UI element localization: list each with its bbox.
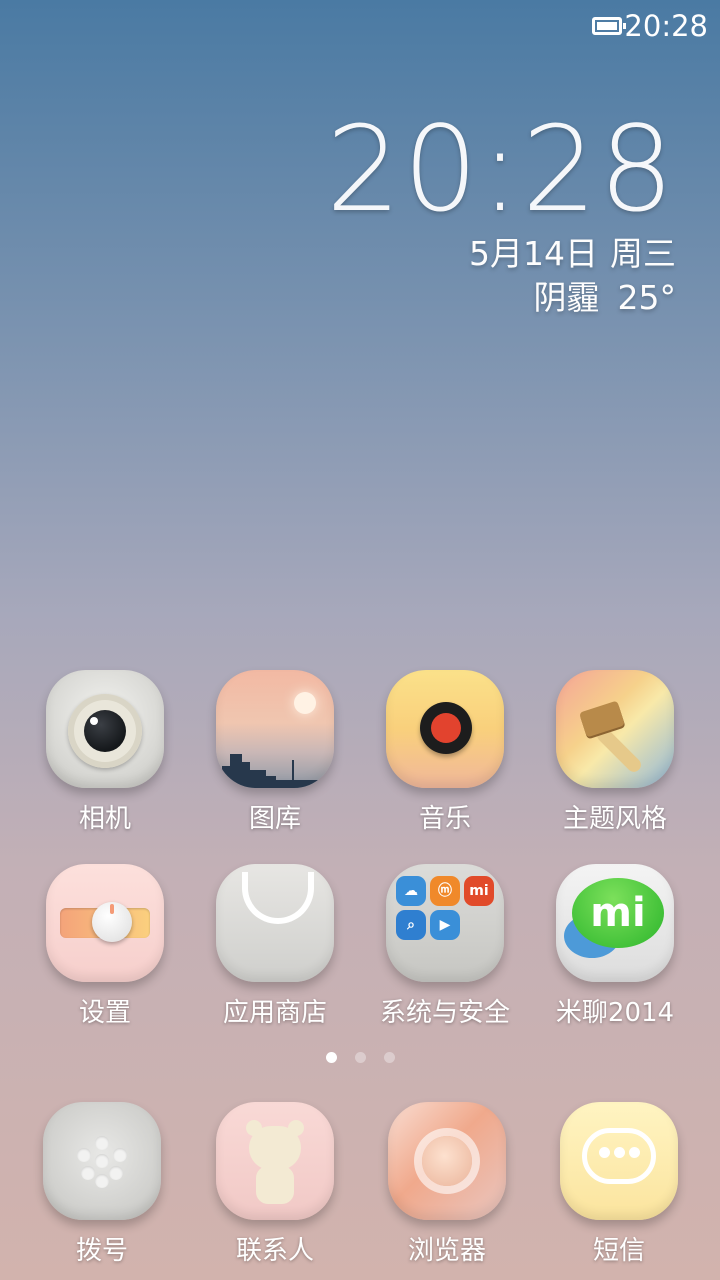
dock-label: 浏览器: [407, 1236, 486, 1266]
app-label: 主题风格: [562, 804, 667, 834]
status-time: 20:28: [624, 9, 708, 43]
page-dot-active[interactable]: [325, 1052, 337, 1063]
dock-contacts[interactable]: 联系人: [190, 1102, 360, 1267]
app-label: 音乐: [418, 804, 471, 834]
app-music[interactable]: 音乐: [360, 670, 530, 835]
page-dot[interactable]: [383, 1052, 395, 1063]
search-icon: ⌕: [396, 910, 426, 940]
sms-icon: [560, 1102, 678, 1220]
dock-label: 拨号: [75, 1236, 128, 1266]
app-gallery[interactable]: 图库: [190, 670, 360, 835]
widget-weekday: 周三: [610, 234, 676, 273]
app-label: 米聊2014: [555, 998, 675, 1028]
play-icon: ▶: [430, 910, 460, 940]
weather-temperature: 25°: [617, 278, 677, 317]
app-store[interactable]: 应用商店: [190, 864, 360, 1029]
widget-date: 5月14日 周三: [326, 232, 676, 276]
mitalk-logo: mi: [572, 878, 664, 948]
app-settings[interactable]: 设置: [20, 864, 190, 1029]
mi-store-icon: mi: [464, 876, 494, 906]
dock-dialer[interactable]: 拨号: [17, 1102, 187, 1267]
app-camera[interactable]: 相机: [20, 670, 190, 835]
music-icon: [386, 670, 504, 788]
app-theme[interactable]: 主题风格: [530, 670, 700, 835]
mitalk-icon: mi: [556, 864, 674, 982]
theme-brush-icon: [556, 670, 674, 788]
clock-widget[interactable]: 20:28 5月14日 周三 阴霾 25°: [326, 110, 676, 320]
gallery-icon: [216, 670, 334, 788]
app-label: 应用商店: [222, 998, 327, 1028]
widget-date-text: 5月14日: [469, 234, 598, 273]
folder-icon: ☁ ⓜ mi ⌕ ▶: [386, 864, 504, 982]
widget-weather: 阴霾 25°: [326, 276, 677, 320]
page-dot[interactable]: [354, 1052, 366, 1063]
dock-label: 联系人: [235, 1236, 314, 1266]
app-store-bag-icon: [216, 864, 334, 982]
battery-full-icon: [592, 17, 626, 35]
dock-browser[interactable]: 浏览器: [362, 1102, 532, 1267]
camera-icon: [46, 670, 164, 788]
dialer-icon: [43, 1102, 161, 1220]
settings-toggle-icon: [46, 864, 164, 982]
app-label: 设置: [78, 998, 131, 1028]
weather-condition: 阴霾: [533, 278, 600, 317]
contacts-icon: [216, 1102, 334, 1220]
app-label: 相机: [78, 804, 131, 834]
app-mitalk[interactable]: mi 米聊2014: [530, 864, 700, 1029]
page-indicator: [0, 1048, 720, 1067]
dock-sms[interactable]: 短信: [534, 1102, 704, 1267]
folder-system-security[interactable]: ☁ ⓜ mi ⌕ ▶ 系统与安全: [360, 864, 530, 1029]
mi-app-icon: ⓜ: [430, 876, 460, 906]
status-bar: 20:28: [0, 0, 720, 52]
dock-label: 短信: [592, 1236, 645, 1266]
widget-time: 20:28: [325, 100, 676, 238]
app-label: 系统与安全: [379, 998, 510, 1028]
cloud-icon: ☁: [396, 876, 426, 906]
browser-icon: [388, 1102, 506, 1220]
app-label: 图库: [248, 804, 301, 834]
